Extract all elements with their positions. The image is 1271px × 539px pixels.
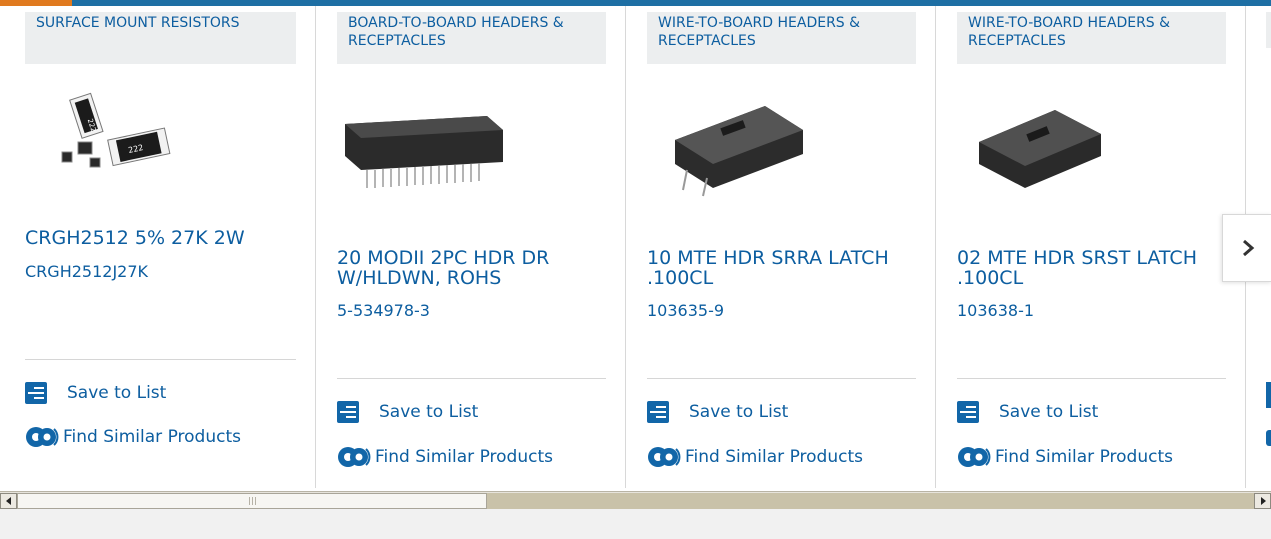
arrow-right-icon [1260, 497, 1266, 505]
save-to-list-button[interactable]: Save to List [337, 401, 478, 423]
product-card: BOARD-TO-BOARD HEADERS & RECEPTACLES 20 … [316, 6, 626, 488]
find-similar-label: Find Similar Products [995, 447, 1173, 467]
gears-icon [26, 427, 59, 447]
divider [647, 378, 916, 379]
product-carousel: SURFACE MOUNT RESISTORS 222 222 CRGH2512… [0, 6, 1271, 488]
list-icon [647, 401, 669, 423]
find-similar-button[interactable]: Find Similar Products [957, 445, 1173, 469]
save-to-list-button[interactable]: Save to List [647, 401, 788, 423]
gears-icon [648, 447, 681, 467]
save-to-list-button[interactable]: Save to List [957, 401, 1098, 423]
product-card: WIRE-TO-BOARD HEADERS & RECEPTACLES 10 M… [626, 6, 936, 488]
part-number[interactable]: 103635-9 [647, 301, 724, 320]
scrollbar-track[interactable] [17, 493, 1254, 509]
find-similar-button[interactable]: Find Similar Products [337, 445, 553, 469]
category-label[interactable]: WIRE-TO-BOARD HEADERS & RECEPTACLES [957, 12, 1226, 64]
save-to-list-button[interactable]: Save to List [25, 382, 166, 404]
part-number[interactable]: 5-534978-3 [337, 301, 430, 320]
divider [337, 378, 606, 379]
save-to-list-label: Save to List [999, 402, 1099, 422]
divider [957, 378, 1226, 379]
page-footer-strip [0, 509, 1271, 539]
product-image[interactable] [647, 98, 817, 198]
find-similar-button[interactable]: Find Similar Products [647, 445, 863, 469]
product-title[interactable]: 10 MTE HDR SRRA LATCH .100CL [647, 248, 909, 288]
category-label[interactable]: SURFACE MOUNT RESISTORS [25, 12, 296, 64]
save-to-list-label: Save to List [67, 383, 167, 403]
carousel-next-button[interactable] [1222, 214, 1271, 282]
product-title[interactable]: 20 MODII 2PC HDR DR W/HLDWN, ROHS [337, 248, 597, 288]
category-label[interactable]: BOARD-TO-BOARD HEADERS & RECEPTACLES [337, 12, 606, 64]
gears-icon [958, 447, 991, 467]
find-similar-label: Find Similar Products [375, 447, 553, 467]
save-to-list-label: Save to List [379, 402, 479, 422]
product-card: SURFACE MOUNT RESISTORS 222 222 CRGH2512… [6, 6, 316, 488]
list-icon [25, 382, 47, 404]
find-similar-label: Find Similar Products [63, 427, 241, 447]
product-image[interactable] [957, 98, 1127, 198]
scrollbar-thumb[interactable] [17, 493, 487, 509]
category-label-partial [1266, 12, 1271, 48]
find-similar-label: Find Similar Products [685, 447, 863, 467]
product-image[interactable]: 222 222 [52, 78, 178, 174]
find-similar-button[interactable]: Find Similar Products [25, 425, 241, 449]
list-icon [957, 401, 979, 423]
save-to-list-label: Save to List [689, 402, 789, 422]
list-icon [337, 401, 359, 423]
product-image[interactable] [337, 96, 507, 192]
product-title[interactable]: CRGH2512 5% 27K 2W [25, 228, 290, 248]
scroll-right-button[interactable] [1254, 493, 1271, 509]
list-icon [1266, 382, 1271, 408]
product-card: WIRE-TO-BOARD HEADERS & RECEPTACLES 02 M… [936, 6, 1246, 488]
category-label[interactable]: WIRE-TO-BOARD HEADERS & RECEPTACLES [647, 12, 916, 64]
divider [25, 359, 296, 360]
arrow-left-icon [5, 497, 11, 505]
chevron-right-icon [1242, 239, 1254, 257]
part-number[interactable]: CRGH2512J27K [25, 262, 148, 281]
gears-icon [338, 447, 371, 467]
part-number[interactable]: 103638-1 [957, 301, 1034, 320]
scroll-left-button[interactable] [0, 493, 17, 509]
product-title[interactable]: 02 MTE HDR SRST LATCH .100CL [957, 248, 1219, 288]
gears-icon [1266, 430, 1271, 446]
horizontal-scrollbar[interactable] [0, 491, 1271, 509]
